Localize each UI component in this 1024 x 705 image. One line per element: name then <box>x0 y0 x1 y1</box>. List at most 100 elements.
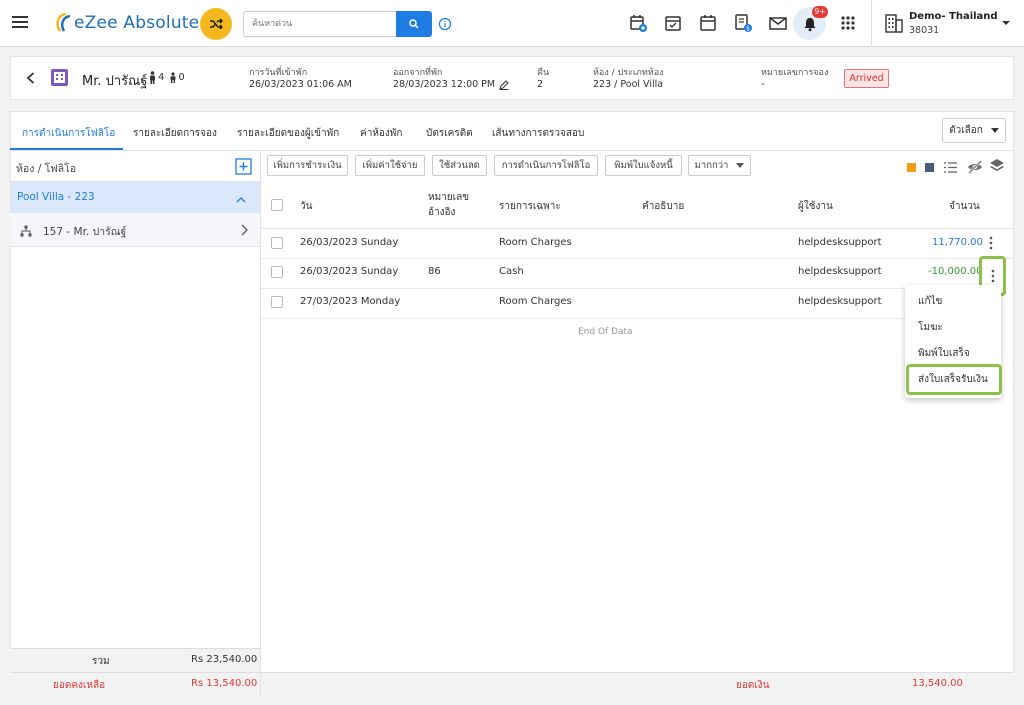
tab-audit-trail[interactable]: เส้นทางการตรวจสอบ <box>492 126 584 141</box>
brand-name: eZee Absolute <box>74 13 200 33</box>
apps-grid-icon[interactable] <box>840 15 856 31</box>
balance-value: Rs 13,540.00 <box>191 678 258 689</box>
room-type-value: 223 / Pool Villa <box>593 79 664 90</box>
col-particulars: รายการเฉพาะ <box>499 201 561 212</box>
tab-guest-details[interactable]: รายละเอียดของผู้เข้าพัก <box>237 126 339 141</box>
row-user: helpdesksupport <box>798 237 882 248</box>
row-date: 26/03/2023 Sunday <box>300 237 399 248</box>
nights-label: คืน <box>537 68 550 78</box>
print-invoice-button[interactable]: พิมพ์ใบแจ้งหนี้ <box>605 155 682 176</box>
col-amount: จำนวน <box>949 201 980 212</box>
row-divider <box>261 288 905 289</box>
caret-down-icon <box>736 162 745 168</box>
apply-discount-button[interactable]: ใช้ส่วนลด <box>432 155 487 176</box>
row-particular: Room Charges <box>499 237 572 248</box>
row-date: 26/03/2023 Sunday <box>300 266 399 277</box>
row-actions-kebab-icon[interactable] <box>987 268 999 284</box>
add-charge-button[interactable]: เพิ่มค่าใช้จ่าย <box>355 155 425 176</box>
options-dropdown-button[interactable]: ตัวเลือก <box>942 118 1006 143</box>
row-checkbox[interactable] <box>271 296 283 308</box>
menu-item-void[interactable]: โมฆะ <box>918 320 943 335</box>
folio-building-icon <box>50 68 69 87</box>
quick-search-input[interactable] <box>243 11 397 37</box>
svg-text:$: $ <box>746 26 750 33</box>
calendar-add-icon[interactable] <box>628 13 648 33</box>
row-divider <box>261 318 905 319</box>
folio-operations-button[interactable]: การดำเนินการโฟลิโอ <box>494 155 598 176</box>
top-bar-divider <box>871 0 872 47</box>
blue-legend-square[interactable] <box>925 163 934 172</box>
nights-value: 2 <box>537 79 544 90</box>
layers-icon[interactable] <box>989 158 1005 174</box>
hotel-building-icon <box>883 12 905 34</box>
checkout-value: 28/03/2023 12:00 PM <box>393 79 496 90</box>
back-arrow-icon[interactable] <box>24 71 38 85</box>
amount-footer-row <box>261 672 1014 696</box>
room-folio-title: ห้อง / โฟลิโอ <box>16 163 77 175</box>
tab-reservation-details[interactable]: รายละเอียดการจอง <box>133 126 217 141</box>
shuffle-button[interactable] <box>200 8 232 40</box>
checkin-label: การวันที่เข้าพัก <box>249 68 308 78</box>
app-logo[interactable]: eZee Absolute <box>52 9 199 37</box>
col-reference: หมายเลข อ้างอิง <box>428 190 469 220</box>
col-description: คำอธิบาย <box>642 201 685 212</box>
select-all-checkbox[interactable] <box>271 199 283 211</box>
tabs-divider <box>10 150 1014 151</box>
chevron-right-icon[interactable] <box>240 224 248 236</box>
pax-count: 4 0 <box>148 71 185 84</box>
sitemap-tree-icon <box>20 225 32 237</box>
hotel-dropdown-caret-icon[interactable] <box>1001 19 1011 27</box>
total-label: รวม <box>92 656 110 667</box>
row-ref: 86 <box>428 266 441 277</box>
more-dropdown-button[interactable]: มากกว่า <box>688 155 751 176</box>
hamburger-menu-icon[interactable] <box>11 13 29 31</box>
end-of-data-text: End Of Data <box>578 327 633 337</box>
tab-credit-card[interactable]: บัตรเครดิต <box>426 126 473 141</box>
reservation-number-label: หมายเลขการจอง <box>761 68 829 78</box>
notification-count-badge: 9+ <box>812 6 828 18</box>
menu-item-edit[interactable]: แก้ไข <box>918 294 942 309</box>
footer-amount-value: 13,540.00 <box>912 678 963 689</box>
hide-eye-slash-icon[interactable] <box>967 159 983 175</box>
row-divider <box>261 258 1014 259</box>
row-checkbox[interactable] <box>271 237 283 249</box>
menu-item-print-receipt[interactable]: พิมพ์ใบเสร็จ <box>918 346 970 361</box>
checkin-value: 26/03/2023 01:06 AM <box>249 79 352 90</box>
more-label: มากกว่า <box>694 160 729 171</box>
add-folio-plus-icon[interactable] <box>235 158 252 175</box>
tab-folio-operations[interactable]: การดำเนินการโฟลิโอ <box>22 126 115 141</box>
orange-legend-square[interactable] <box>907 163 916 172</box>
status-badge: Arrived <box>844 69 889 88</box>
hotel-id: 38031 <box>909 25 940 36</box>
search-button[interactable] <box>396 11 432 37</box>
menu-item-send-receipt[interactable]: ส่งใบเสร็จรับเงิน <box>918 372 988 387</box>
adult-icon <box>150 71 155 84</box>
row-user: helpdesksupport <box>798 296 882 307</box>
list-view-icon[interactable] <box>943 160 958 175</box>
checkout-value-wrap: 28/03/2023 12:00 PM <box>393 79 509 90</box>
invoice-dollar-icon[interactable]: $ <box>733 13 753 33</box>
add-payment-button[interactable]: เพิ่มการชำระเงิน <box>267 155 348 176</box>
reservation-number-value: - <box>761 79 765 90</box>
col-reference-line1: หมายเลข <box>428 192 470 203</box>
left-panel-border <box>260 151 261 696</box>
row-user: helpdesksupport <box>798 266 882 277</box>
row-particular: Room Charges <box>499 296 572 307</box>
mail-icon[interactable] <box>768 13 788 33</box>
child-icon <box>170 72 176 83</box>
chevron-up-icon[interactable] <box>236 196 246 204</box>
caret-down-icon <box>990 127 999 133</box>
edit-pencil-icon[interactable] <box>499 79 509 90</box>
tab-room-charges[interactable]: ค่าห้องพัก <box>360 126 402 141</box>
room-folio-label: Pool Villa - 223 <box>17 191 95 203</box>
child-count: 0 <box>178 72 185 83</box>
search-icon <box>409 19 419 29</box>
row-checkbox[interactable] <box>271 266 283 278</box>
row-actions-kebab-icon[interactable] <box>985 235 997 251</box>
info-icon[interactable] <box>438 17 452 31</box>
shuffle-icon <box>210 18 223 30</box>
adult-count: 4 <box>158 72 165 83</box>
calendar-icon[interactable] <box>698 13 718 33</box>
calendar-check-icon[interactable] <box>663 13 683 33</box>
ezee-logo-mark-icon <box>56 12 71 32</box>
